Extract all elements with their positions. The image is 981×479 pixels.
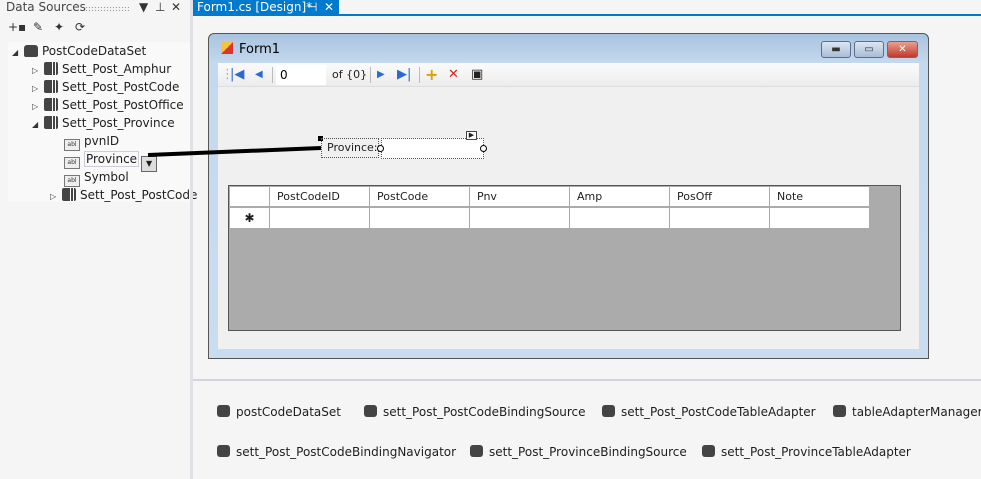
data-grid[interactable]: PostCodeID PostCode Pnv Amp PosOff Note … <box>228 185 901 331</box>
tray-item[interactable]: tableAdapterManager <box>833 405 981 419</box>
tray-item[interactable]: sett_Post_ProvinceTableAdapter <box>702 445 911 459</box>
grid-cell[interactable] <box>370 208 470 229</box>
table-adapter-icon <box>702 445 715 457</box>
tray-item[interactable]: sett_Post_PostCodeTableAdapter <box>602 405 816 419</box>
tray-label: sett_Post_ProvinceTableAdapter <box>721 445 911 459</box>
tray-item[interactable]: sett_Post_ProvinceBindingSource <box>470 445 687 459</box>
resize-handle[interactable] <box>480 145 487 152</box>
binding-source-icon <box>364 405 377 417</box>
column-header[interactable]: Note <box>770 187 870 207</box>
new-row-marker: ✱ <box>230 208 270 229</box>
table-adapter-icon <box>602 405 615 417</box>
tray-item[interactable]: postCodeDataSet <box>217 405 341 419</box>
tray-label: sett_Post_PostCodeBindingNavigator <box>236 445 457 459</box>
tray-item[interactable]: sett_Post_PostCodeBindingNavigator <box>217 445 456 459</box>
column-header[interactable]: Pnv <box>470 187 570 207</box>
province-label[interactable]: Province: <box>321 138 379 158</box>
tray-label: sett_Post_PostCodeBindingSource <box>383 405 586 419</box>
tray-label: sett_Post_ProvinceBindingSource <box>489 445 687 459</box>
column-header[interactable]: Amp <box>570 187 670 207</box>
grid-cell[interactable] <box>470 208 570 229</box>
binding-source-icon <box>470 445 483 457</box>
dataset-icon <box>217 405 230 417</box>
tray-label: postCodeDataSet <box>236 405 341 419</box>
province-textbox[interactable] <box>381 138 484 159</box>
smart-tag-icon[interactable]: ▶ <box>466 131 477 140</box>
column-header[interactable]: PostCodeID <box>270 187 370 207</box>
tray-item[interactable]: sett_Post_PostCodeBindingSource <box>364 405 586 419</box>
column-header[interactable]: PosOff <box>670 187 770 207</box>
grid-cell[interactable] <box>270 208 370 229</box>
table-adapter-manager-icon <box>833 405 846 417</box>
resize-handle[interactable] <box>377 145 384 152</box>
row-header-corner <box>230 187 270 207</box>
grid-cell[interactable] <box>570 208 670 229</box>
binding-navigator-icon <box>217 445 230 457</box>
tray-label: sett_Post_PostCodeTableAdapter <box>621 405 816 419</box>
grid-cell[interactable] <box>670 208 770 229</box>
tray-label: tableAdapterManager <box>852 405 981 419</box>
column-header[interactable]: PostCode <box>370 187 470 207</box>
component-tray-divider <box>193 379 981 381</box>
grid-cell[interactable] <box>770 208 870 229</box>
